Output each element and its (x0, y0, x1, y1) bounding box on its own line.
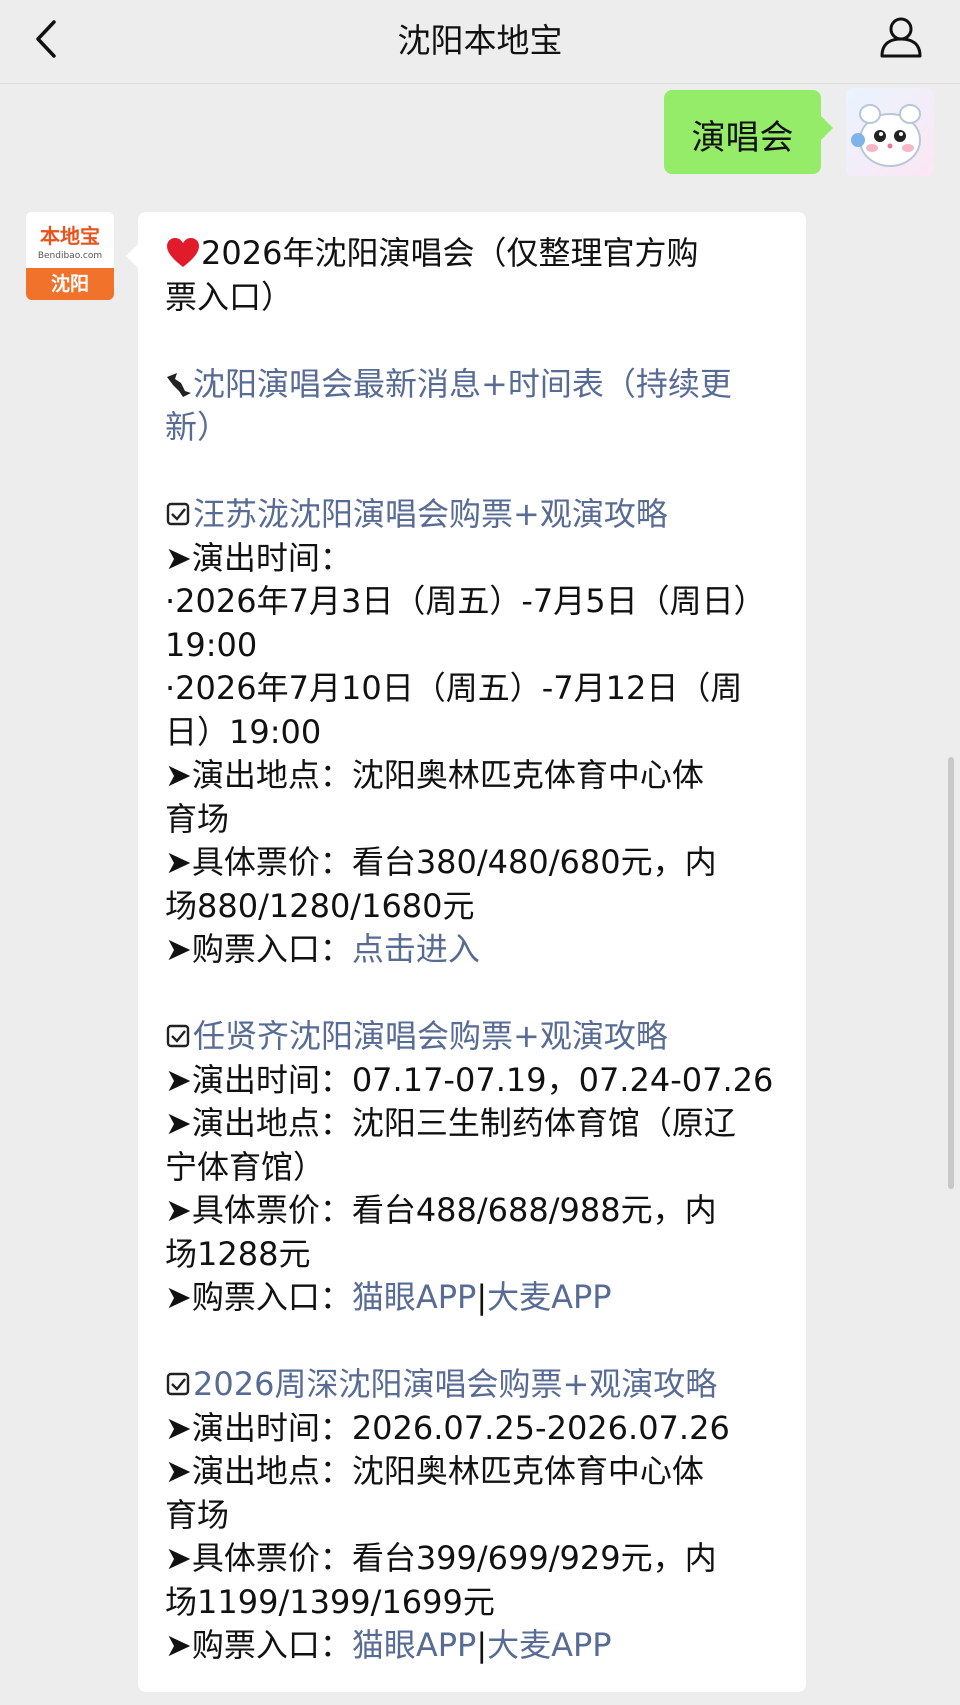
concert-2-maoyan-link[interactable]: 猫眼APP (352, 1278, 477, 1316)
checkbox-icon (166, 1024, 190, 1048)
user-profile-icon (880, 17, 922, 58)
concert-1-price-1: ➤具体票价：看台380/480/680元，内 (165, 843, 717, 881)
chat-title: 沈阳本地宝 (397, 21, 563, 60)
profile-button[interactable] (876, 12, 926, 62)
concert-2-link[interactable]: 任贤齐沈阳演唱会购票+观演攻略 (165, 1015, 785, 1059)
checkbox-icon (166, 502, 190, 526)
hamster-avatar-icon (851, 104, 921, 167)
bendibao-logo: 本地宝 (40, 224, 100, 248)
concert-3-venue-2: 育场 (165, 1495, 230, 1534)
concert-2-venue-1: ➤演出地点：沈阳三生制药体育馆（原辽 (165, 1104, 736, 1142)
sent-message-bubble[interactable]: 演唱会 (664, 90, 833, 174)
concert-2-damai-link[interactable]: 大麦APP (487, 1278, 612, 1316)
concert-1-price-2: 场880/1280/1680元 (165, 886, 475, 925)
concert-3-price-1: ➤具体票价：看台399/699/929元，内 (165, 1539, 717, 1577)
concert-1-time-3: ·2026年7月10日（周五）-7月12日（周 (165, 669, 743, 707)
concert-3-maoyan-link[interactable]: 猫眼APP (352, 1626, 477, 1664)
concert-1-venue-2: 育场 (165, 799, 230, 838)
concert-3-damai-link[interactable]: 大麦APP (487, 1626, 612, 1664)
concert-1-time-1: ·2026年7月3日（周五）-7月5日（周日） (165, 582, 766, 620)
concert-3-time: ➤演出时间：2026.07.25-2026.07.26 (165, 1408, 730, 1447)
user-avatar[interactable] (846, 88, 934, 176)
scrollbar[interactable] (948, 757, 954, 1189)
message-title-line-2: 票入口） (165, 277, 294, 316)
concert-1-entry-link[interactable]: 点击进入 (352, 930, 480, 968)
top-bar: 沈阳本地宝 (0, 0, 960, 84)
concert-1-time-2: 19:00 (165, 625, 258, 664)
concert-2-price-1: ➤具体票价：看台488/688/988元，内 (165, 1191, 717, 1229)
concert-2-time: ➤演出时间：07.17-07.19，07.24-07.26 (165, 1060, 774, 1099)
concert-1-venue-1: ➤演出地点：沈阳奥林匹克体育中心体 (165, 756, 704, 794)
concert-3-venue-1: ➤演出地点：沈阳奥林匹克体育中心体 (165, 1452, 704, 1490)
sent-message-text: 演唱会 (691, 118, 794, 158)
concert-2-price-2: 场1288元 (165, 1234, 311, 1273)
news-link[interactable]: 沈阳演唱会最新消息+时间表（持续更 (165, 363, 785, 407)
reply-message-text: 2026年沈阳演唱会（仅整理官方购 票入口） 沈阳演唱会最新消息+时间表（持续更… (165, 232, 785, 1668)
concert-1-link[interactable]: 汪苏泷沈阳演唱会购票+观演攻略 (165, 493, 785, 537)
checkbox-icon (166, 1372, 190, 1396)
message-title-line-1: 2026年沈阳演唱会（仅整理官方购 (165, 232, 785, 276)
news-link-line-2[interactable]: 新） (165, 406, 785, 450)
pointing-arrow-icon (167, 372, 191, 397)
concert-1-time-label: ➤演出时间： (165, 538, 352, 577)
concert-2-venue-2: 宁体育馆） (165, 1147, 326, 1186)
bendibao-avatar[interactable]: 本地宝 Bendibao.com 沈阳 (26, 212, 114, 300)
heart-icon (167, 238, 199, 267)
concert-3-entry: ➤购票入口：猫眼APP|大麦APP (165, 1626, 612, 1664)
concert-1-time-4: 日）19:00 (165, 712, 322, 751)
concert-3-price-2: 场1199/1399/1699元 (165, 1582, 495, 1621)
bendibao-city: 沈阳 (26, 268, 114, 300)
concert-3-link[interactable]: 2026周深沈阳演唱会购票+观演攻略 (165, 1363, 785, 1407)
concert-1-entry: ➤购票入口：点击进入 (165, 930, 480, 968)
concert-2-entry: ➤购票入口：猫眼APP|大麦APP (165, 1278, 612, 1316)
bendibao-domain: Bendibao.com (37, 251, 103, 261)
